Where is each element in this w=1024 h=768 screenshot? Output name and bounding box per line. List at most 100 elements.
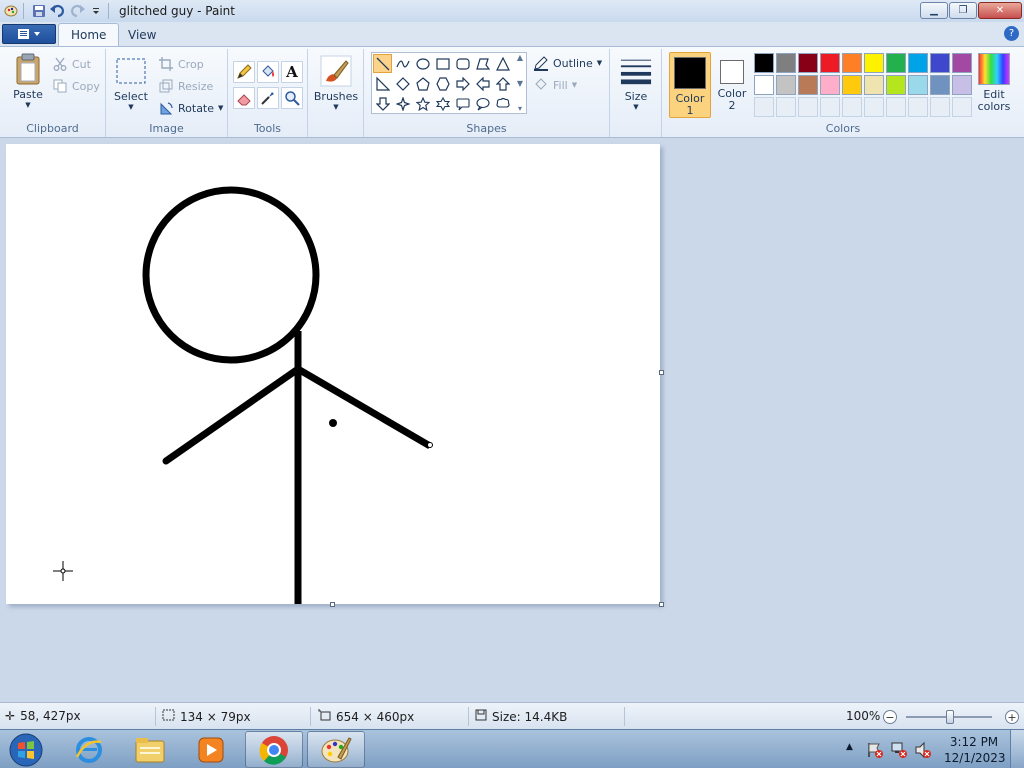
up-arrow-shape-icon[interactable] xyxy=(493,74,512,93)
shapes-scrollbar[interactable]: ▲ ▼ ▾ xyxy=(514,53,526,113)
fill-bucket-icon[interactable] xyxy=(257,61,279,83)
action-center-flag-icon[interactable] xyxy=(866,741,884,762)
undo-icon[interactable] xyxy=(50,3,66,19)
pentagon-shape-icon[interactable] xyxy=(413,74,432,93)
custom-color-slot[interactable] xyxy=(908,97,928,117)
palette-color-swatch[interactable] xyxy=(864,53,884,73)
fill-button[interactable]: Fill ▼ xyxy=(533,77,577,93)
curve-shape-icon[interactable] xyxy=(393,54,412,73)
palette-color-swatch[interactable] xyxy=(776,75,796,95)
five-point-star-shape-icon[interactable] xyxy=(413,94,432,113)
color-picker-icon[interactable] xyxy=(257,87,279,109)
line-shape-icon[interactable] xyxy=(373,54,392,73)
pencil-icon[interactable] xyxy=(233,61,255,83)
cut-button[interactable]: Cut xyxy=(52,56,91,72)
taskbar-chrome[interactable] xyxy=(245,731,303,768)
polygon-shape-icon[interactable] xyxy=(473,54,492,73)
edit-colors-button[interactable]: Edit colors xyxy=(974,53,1014,113)
custom-color-slot[interactable] xyxy=(820,97,840,117)
four-point-star-shape-icon[interactable] xyxy=(393,94,412,113)
canvas-workspace[interactable] xyxy=(0,138,1024,702)
brushes-button[interactable]: Brushes ▼ xyxy=(314,55,358,111)
palette-color-swatch[interactable] xyxy=(798,75,818,95)
rotate-button[interactable]: Rotate ▼ xyxy=(158,100,223,116)
color1-button[interactable]: Color 1 xyxy=(669,52,711,118)
custom-color-slot[interactable] xyxy=(842,97,862,117)
drawing-canvas[interactable] xyxy=(6,144,660,604)
gallery-expand-icon[interactable]: ▾ xyxy=(518,104,522,113)
palette-color-swatch[interactable] xyxy=(908,75,928,95)
palette-color-swatch[interactable] xyxy=(842,53,862,73)
zoom-in-button[interactable]: + xyxy=(1005,710,1019,724)
size-button[interactable]: Size ▼ xyxy=(618,55,654,111)
cloud-callout-shape-icon[interactable] xyxy=(493,94,512,113)
outline-button[interactable]: Outline ▼ xyxy=(533,55,602,71)
palette-color-swatch[interactable] xyxy=(952,75,972,95)
system-clock[interactable]: 3:12 PM 12/1/2023 xyxy=(944,734,1006,766)
palette-color-swatch[interactable] xyxy=(754,53,774,73)
custom-color-slot[interactable] xyxy=(798,97,818,117)
scroll-up-icon[interactable]: ▲ xyxy=(517,53,523,62)
show-desktop-button[interactable] xyxy=(1010,730,1024,768)
crop-button[interactable]: Crop xyxy=(158,56,204,72)
paint-menu-button[interactable] xyxy=(2,24,56,44)
redo-icon[interactable] xyxy=(69,3,85,19)
resize-handle-corner[interactable] xyxy=(659,602,664,607)
start-button[interactable] xyxy=(4,731,48,768)
palette-color-swatch[interactable] xyxy=(754,75,774,95)
palette-color-swatch[interactable] xyxy=(930,53,950,73)
zoom-out-button[interactable]: − xyxy=(883,710,897,724)
tab-view[interactable]: View xyxy=(116,23,168,46)
tab-home[interactable]: Home xyxy=(58,23,120,46)
zoom-slider-thumb[interactable] xyxy=(946,710,954,724)
custom-color-slot[interactable] xyxy=(776,97,796,117)
custom-color-slot[interactable] xyxy=(864,97,884,117)
palette-color-swatch[interactable] xyxy=(798,53,818,73)
scroll-down-icon[interactable]: ▼ xyxy=(517,79,523,88)
taskbar-paint[interactable] xyxy=(307,731,365,768)
custom-color-slot[interactable] xyxy=(754,97,774,117)
paint-app-icon[interactable] xyxy=(3,3,19,19)
palette-color-swatch[interactable] xyxy=(820,53,840,73)
oval-shape-icon[interactable] xyxy=(413,54,432,73)
show-hidden-icons-icon[interactable]: ▲ xyxy=(846,742,853,752)
network-icon[interactable] xyxy=(890,741,908,762)
palette-color-swatch[interactable] xyxy=(908,53,928,73)
taskbar-file-explorer[interactable] xyxy=(121,731,179,768)
diamond-shape-icon[interactable] xyxy=(393,74,412,93)
palette-color-swatch[interactable] xyxy=(930,75,950,95)
triangle-shape-icon[interactable] xyxy=(493,54,512,73)
paste-button[interactable]: Paste ▼ xyxy=(8,53,48,109)
eraser-icon[interactable] xyxy=(233,87,255,109)
save-icon[interactable] xyxy=(31,3,47,19)
palette-color-swatch[interactable] xyxy=(776,53,796,73)
customize-dropdown-icon[interactable] xyxy=(88,3,104,19)
volume-muted-icon[interactable] xyxy=(914,741,932,762)
copy-button[interactable]: Copy xyxy=(52,78,100,94)
rounded-callout-shape-icon[interactable] xyxy=(453,94,472,113)
color2-button[interactable]: Color 2 xyxy=(713,52,751,118)
restore-button[interactable]: ❐ xyxy=(949,2,977,19)
palette-color-swatch[interactable] xyxy=(952,53,972,73)
palette-color-swatch[interactable] xyxy=(886,53,906,73)
down-arrow-shape-icon[interactable] xyxy=(373,94,392,113)
hexagon-shape-icon[interactable] xyxy=(433,74,452,93)
oval-callout-shape-icon[interactable] xyxy=(473,94,492,113)
right-arrow-shape-icon[interactable] xyxy=(453,74,472,93)
resize-handle-right[interactable] xyxy=(659,370,664,375)
custom-color-slot[interactable] xyxy=(930,97,950,117)
rounded-rectangle-shape-icon[interactable] xyxy=(453,54,472,73)
palette-color-swatch[interactable] xyxy=(820,75,840,95)
help-icon[interactable]: ? xyxy=(1004,26,1019,41)
palette-color-swatch[interactable] xyxy=(886,75,906,95)
taskbar-media-player[interactable] xyxy=(182,731,240,768)
custom-color-slot[interactable] xyxy=(952,97,972,117)
taskbar-internet-explorer[interactable] xyxy=(60,731,118,768)
rectangle-shape-icon[interactable] xyxy=(433,54,452,73)
text-icon[interactable]: A xyxy=(281,61,303,83)
right-triangle-shape-icon[interactable] xyxy=(373,74,392,93)
close-button[interactable]: ✕ xyxy=(978,2,1022,19)
palette-color-swatch[interactable] xyxy=(842,75,862,95)
six-point-star-shape-icon[interactable] xyxy=(433,94,452,113)
select-button[interactable]: Select ▼ xyxy=(112,55,150,111)
